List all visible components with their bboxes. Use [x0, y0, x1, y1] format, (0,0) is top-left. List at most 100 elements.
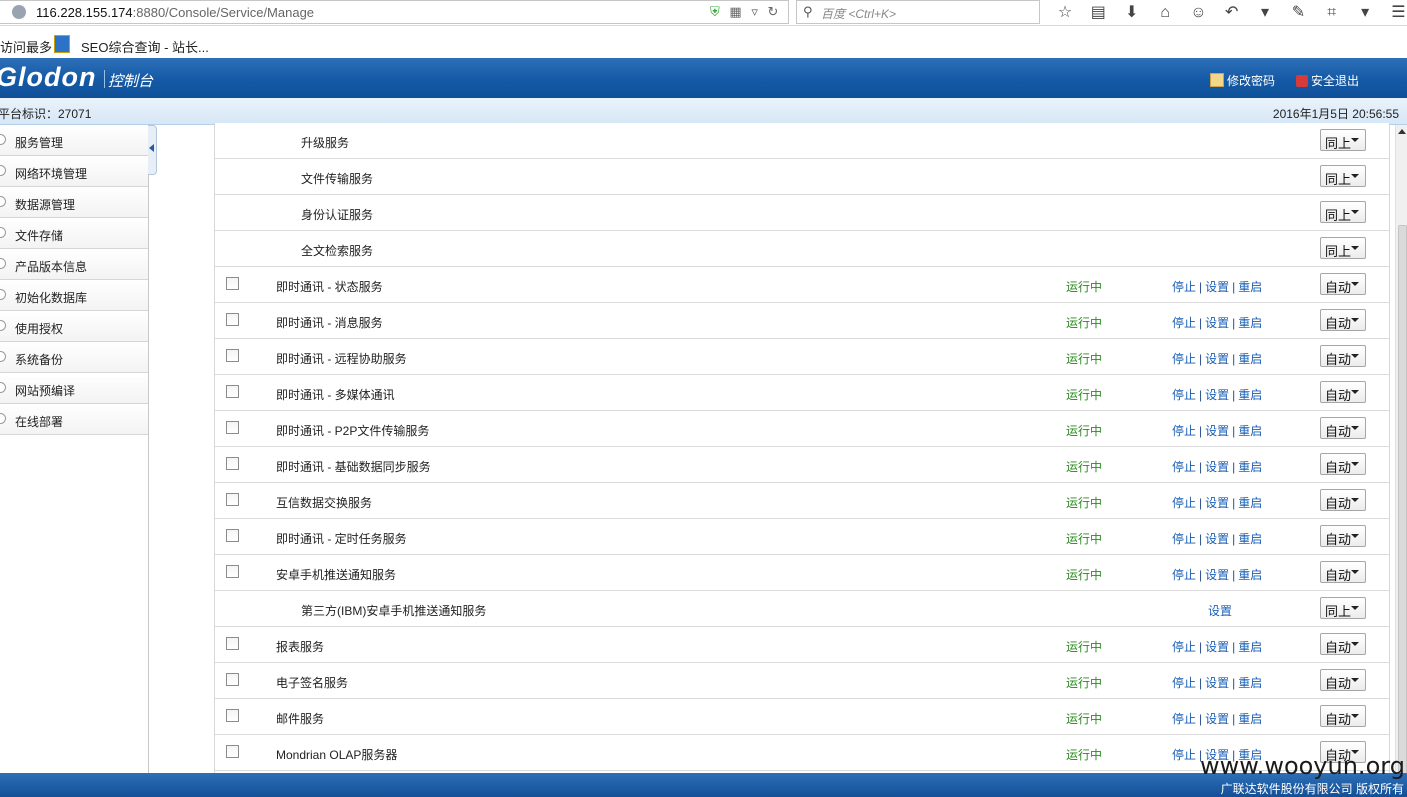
settings-link[interactable]: 设置 [1205, 640, 1229, 654]
sidebar-item[interactable]: 系统备份 [0, 342, 148, 373]
restart-link[interactable]: 重启 [1238, 496, 1262, 510]
undo-icon[interactable]: ↶ [1217, 2, 1247, 22]
sidebar-collapse-toggle[interactable] [148, 125, 157, 175]
settings-link[interactable]: 设置 [1205, 496, 1229, 510]
startup-mode-select[interactable]: 自动 [1320, 633, 1366, 655]
restart-link[interactable]: 重启 [1238, 352, 1262, 366]
address-bar[interactable]: 116.228.155.174:8880/Console/Service/Man… [0, 0, 789, 24]
startup-mode-select[interactable]: 自动 [1320, 489, 1366, 511]
settings-link[interactable]: 设置 [1205, 460, 1229, 474]
restart-link[interactable]: 重启 [1238, 460, 1262, 474]
sidebar-item[interactable]: 服务管理 [0, 125, 148, 156]
stop-link[interactable]: 停止 [1172, 388, 1196, 402]
row-checkbox[interactable] [226, 493, 239, 506]
startup-mode-select[interactable]: 自动 [1320, 273, 1366, 295]
download-icon[interactable]: ⬇ [1117, 2, 1147, 22]
startup-mode-select[interactable]: 自动 [1320, 453, 1366, 475]
settings-link[interactable]: 设置 [1205, 316, 1229, 330]
startup-mode-select[interactable]: 自动 [1320, 561, 1366, 583]
restart-link[interactable]: 重启 [1238, 316, 1262, 330]
restart-link[interactable]: 重启 [1238, 676, 1262, 690]
stop-link[interactable]: 停止 [1172, 316, 1196, 330]
qr-code-icon[interactable]: ▦ [729, 4, 741, 20]
restart-link[interactable]: 重启 [1238, 424, 1262, 438]
menu-icon[interactable]: ☰ [1383, 2, 1407, 22]
settings-link[interactable]: 设置 [1205, 568, 1229, 582]
search-input[interactable]: ⚲ 百度 <Ctrl+K> [796, 0, 1040, 24]
comment-icon[interactable]: ✎ [1283, 2, 1313, 22]
sidebar-item[interactable]: 网络环境管理 [0, 156, 148, 187]
startup-mode-select[interactable]: 同上 [1320, 597, 1366, 619]
bookmark-seo-query[interactable]: SEO综合查询 - 站长... [81, 37, 209, 56]
startup-mode-select[interactable]: 自动 [1320, 345, 1366, 367]
restart-link[interactable]: 重启 [1238, 712, 1262, 726]
settings-link[interactable]: 设置 [1205, 712, 1229, 726]
more-dropdown-icon[interactable]: ▾ [1350, 2, 1380, 22]
startup-mode-select[interactable]: 自动 [1320, 669, 1366, 691]
stop-link[interactable]: 停止 [1172, 496, 1196, 510]
startup-mode-select[interactable]: 自动 [1320, 417, 1366, 439]
stop-link[interactable]: 停止 [1172, 352, 1196, 366]
startup-mode-select[interactable]: 同上 [1320, 201, 1366, 223]
bookmark-star-icon[interactable]: ☆ [1050, 2, 1080, 22]
chat-icon[interactable]: ☺ [1183, 4, 1213, 22]
vertical-scrollbar[interactable] [1395, 125, 1407, 797]
sidebar-item[interactable]: 使用授权 [0, 311, 148, 342]
startup-mode-select[interactable]: 同上 [1320, 129, 1366, 151]
restart-link[interactable]: 重启 [1238, 568, 1262, 582]
shield-icon[interactable]: ⛨ [710, 4, 720, 20]
settings-link[interactable]: 设置 [1205, 388, 1229, 402]
row-checkbox[interactable] [226, 313, 239, 326]
reload-icon[interactable]: ↻ [767, 4, 778, 20]
stop-link[interactable]: 停止 [1172, 568, 1196, 582]
settings-link[interactable]: 设置 [1205, 532, 1229, 546]
row-checkbox[interactable] [226, 277, 239, 290]
url-text[interactable]: 116.228.155.174:8880/Console/Service/Man… [36, 5, 314, 20]
restart-link[interactable]: 重启 [1238, 388, 1262, 402]
sidebar-item[interactable]: 在线部署 [0, 404, 148, 435]
row-checkbox[interactable] [226, 529, 239, 542]
logout-link[interactable]: 安全退出 [1296, 72, 1359, 89]
row-checkbox[interactable] [226, 565, 239, 578]
stop-link[interactable]: 停止 [1172, 460, 1196, 474]
restart-link[interactable]: 重启 [1238, 640, 1262, 654]
row-checkbox[interactable] [226, 349, 239, 362]
undo-dropdown-icon[interactable]: ▾ [1250, 2, 1280, 22]
home-icon[interactable]: ⌂ [1150, 4, 1180, 22]
sidebar-item[interactable]: 文件存储 [0, 218, 148, 249]
stop-link[interactable]: 停止 [1172, 424, 1196, 438]
settings-link[interactable]: 设置 [1205, 352, 1229, 366]
crop-icon[interactable]: ⌗ [1317, 4, 1347, 22]
row-checkbox[interactable] [226, 709, 239, 722]
stop-link[interactable]: 停止 [1172, 676, 1196, 690]
row-checkbox[interactable] [226, 637, 239, 650]
stop-link[interactable]: 停止 [1172, 280, 1196, 294]
sidebar-item[interactable]: 网站预编译 [0, 373, 148, 404]
row-checkbox[interactable] [226, 421, 239, 434]
stop-link[interactable]: 停止 [1172, 712, 1196, 726]
sidebar-item[interactable]: 数据源管理 [0, 187, 148, 218]
stop-link[interactable]: 停止 [1172, 748, 1196, 762]
settings-link[interactable]: 设置 [1205, 424, 1229, 438]
reading-list-icon[interactable]: ▤ [1083, 2, 1113, 22]
startup-mode-select[interactable]: 自动 [1320, 525, 1366, 547]
row-checkbox[interactable] [226, 745, 239, 758]
startup-mode-select[interactable]: 同上 [1320, 237, 1366, 259]
bookmark-most-visited[interactable]: 访问最多 [0, 37, 52, 56]
scroll-up-icon[interactable] [1398, 129, 1406, 134]
sidebar-item[interactable]: 产品版本信息 [0, 249, 148, 280]
stop-link[interactable]: 停止 [1172, 532, 1196, 546]
sidebar-item[interactable]: 初始化数据库 [0, 280, 148, 311]
startup-mode-select[interactable]: 同上 [1320, 165, 1366, 187]
row-checkbox[interactable] [226, 457, 239, 470]
change-password-link[interactable]: 修改密码 [1210, 72, 1275, 89]
scroll-thumb[interactable] [1398, 225, 1407, 797]
restart-link[interactable]: 重启 [1238, 532, 1262, 546]
stop-link[interactable]: 停止 [1172, 640, 1196, 654]
startup-mode-select[interactable]: 自动 [1320, 309, 1366, 331]
settings-link[interactable]: 设置 [1205, 676, 1229, 690]
settings-link[interactable]: 设置 [1208, 602, 1232, 619]
settings-link[interactable]: 设置 [1205, 280, 1229, 294]
restart-link[interactable]: 重启 [1238, 280, 1262, 294]
startup-mode-select[interactable]: 自动 [1320, 705, 1366, 727]
